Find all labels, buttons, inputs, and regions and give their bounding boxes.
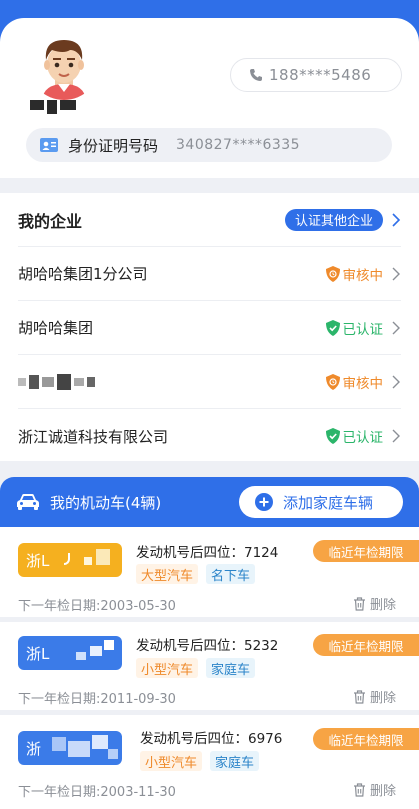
delete-label: 删除	[370, 691, 397, 706]
chevron-right-icon[interactable]	[391, 267, 401, 281]
profile-card: 188****5486 身份证明号码 340827****6335	[0, 18, 419, 178]
next-inspection-date: 下一年检日期:2003-11-30	[18, 785, 176, 800]
delete-label: 删除	[370, 598, 397, 613]
inspection-deadline-badge: 临近年检期限	[313, 728, 419, 750]
plate-prefix: 浙	[26, 739, 42, 758]
phone-pill: 188****5486	[230, 58, 402, 92]
company-card: 我的企业 认证其他企业 胡哈哈集团1分公司 审核中 胡哈哈集团 已认证 审核中 …	[0, 193, 419, 461]
vehicles-title: 我的机动车(4辆)	[50, 493, 162, 512]
next-inspection-date: 下一年检日期:2003-05-30	[18, 599, 176, 614]
phone-number: 188****5486	[269, 66, 372, 84]
license-plate: 浙	[18, 731, 122, 765]
chevron-right-icon[interactable]	[391, 429, 401, 443]
delete-button[interactable]: 删除	[353, 780, 396, 799]
status-text: 审核中	[342, 267, 384, 284]
engine-number: 发动机号后四位：6976	[140, 731, 283, 747]
shield-check-icon	[325, 428, 340, 444]
ownership-tag: 家庭车	[206, 658, 256, 678]
status-text: 已认证	[342, 321, 384, 338]
next-inspection-date: 下一年检日期:2011-09-30	[18, 692, 176, 707]
user-name-masked	[30, 100, 76, 114]
engine-number: 发动机号后四位：7124	[136, 545, 279, 561]
status-badge: 审核中	[325, 372, 384, 392]
vehicle-tags: 小型汽车 家庭车	[136, 658, 256, 678]
license-plate: 浙L	[18, 543, 122, 577]
inspection-deadline-badge: 临近年检期限	[313, 634, 419, 656]
vehicle-card[interactable]: 浙L 发动机号后四位：7124 大型汽车 名下车 临近年检期限 下一年检日期:2…	[0, 527, 419, 617]
ownership-tag: 名下车	[206, 564, 256, 584]
delete-button[interactable]: 删除	[353, 594, 396, 613]
companies-heading: 我的企业	[18, 211, 83, 231]
id-card-icon	[40, 138, 58, 152]
company-row[interactable]: 审核中	[18, 355, 401, 409]
trash-icon	[354, 782, 365, 797]
vehicle-type-tag: 大型汽车	[136, 564, 199, 584]
status-text: 审核中	[342, 375, 384, 392]
plus-circle-icon	[255, 493, 273, 511]
id-label: 身份证明号码	[68, 136, 159, 155]
company-row[interactable]: 胡哈哈集团1分公司 审核中	[18, 247, 401, 301]
vehicle-card[interactable]: 浙L 发动机号后四位：5232 小型汽车 家庭车 临近年检期限 下一年检日期:2…	[0, 622, 419, 710]
chevron-right-icon[interactable]	[391, 212, 401, 227]
status-badge: 已认证	[325, 426, 384, 446]
status-badge: 已认证	[325, 318, 384, 338]
delete-label: 删除	[370, 784, 397, 799]
license-plate: 浙L	[18, 636, 122, 670]
ownership-tag: 家庭车	[210, 751, 260, 771]
vehicle-card[interactable]: 浙 发动机号后四位：6976 小型汽车 家庭车 临近年检期限 下一年检日期:20…	[0, 715, 419, 809]
company-name-masked	[18, 373, 326, 390]
status-badge: 审核中	[325, 264, 384, 284]
certify-other-button[interactable]: 认证其他企业	[284, 208, 383, 231]
plate-prefix: 浙L	[26, 644, 50, 663]
status-text: 已认证	[342, 430, 384, 446]
id-value: 340827****6335	[176, 137, 301, 153]
vehicle-type-tag: 小型汽车	[140, 751, 203, 771]
company-row[interactable]: 浙江诚道科技有限公司 已认证	[18, 409, 401, 463]
id-number-pill: 身份证明号码 340827****6335	[26, 128, 392, 162]
shield-clock-icon	[325, 373, 340, 390]
add-family-vehicle-button[interactable]: 添加家庭车辆	[239, 486, 403, 518]
delete-button[interactable]: 删除	[353, 687, 396, 706]
chevron-right-icon[interactable]	[391, 375, 401, 389]
phone-icon	[250, 69, 262, 81]
inspection-deadline-badge: 临近年检期限	[313, 540, 419, 562]
vehicles-header: 我的机动车(4辆) 添加家庭车辆	[0, 477, 419, 527]
company-name: 胡哈哈集团1分公司	[18, 265, 148, 283]
shield-check-icon	[325, 319, 340, 336]
trash-icon	[354, 689, 365, 704]
avatar[interactable]	[28, 28, 100, 100]
company-row[interactable]: 胡哈哈集团 已认证	[18, 301, 401, 355]
vehicle-tags: 小型汽车 家庭车	[140, 751, 260, 771]
engine-number: 发动机号后四位：5232	[136, 638, 279, 654]
car-icon	[17, 494, 39, 510]
shield-clock-icon	[325, 265, 340, 282]
company-name: 胡哈哈集团	[18, 319, 94, 337]
vehicle-type-tag: 小型汽车	[136, 658, 199, 678]
company-name: 浙江诚道科技有限公司	[18, 427, 169, 446]
add-vehicle-label: 添加家庭车辆	[283, 493, 374, 512]
companies-header: 我的企业 认证其他企业	[18, 193, 401, 247]
trash-icon	[354, 596, 365, 611]
vehicle-tags: 大型汽车 名下车	[136, 564, 256, 584]
plate-prefix: 浙L	[26, 551, 50, 570]
chevron-right-icon[interactable]	[391, 321, 401, 335]
